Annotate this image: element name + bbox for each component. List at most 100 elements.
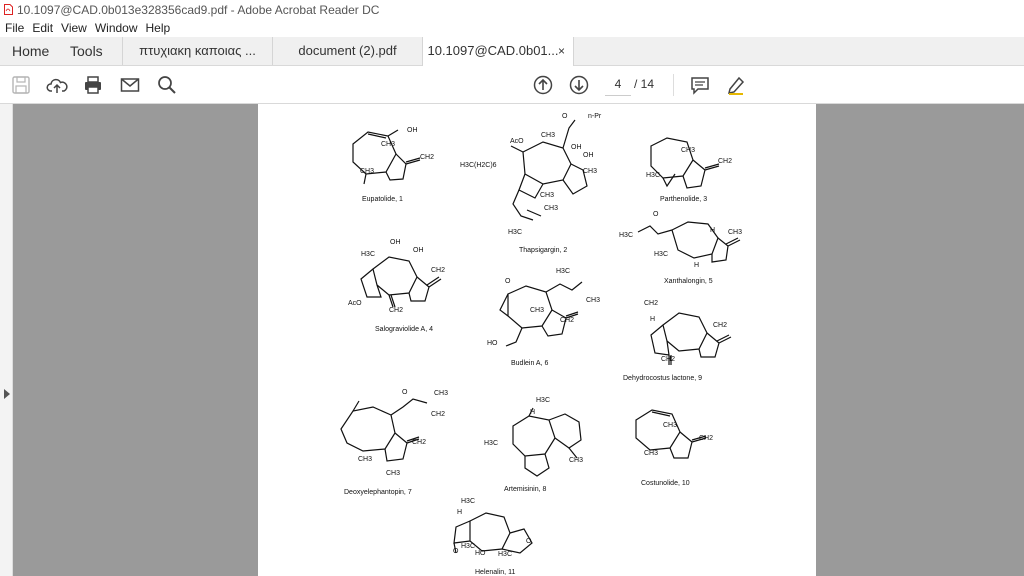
parthenolide-h3c-label: H3C [646, 172, 661, 179]
thapsigargin-h3c-label: H3C [508, 229, 523, 236]
thapsigargin-ch3-label-2: CH3 [583, 168, 598, 175]
highlight-pen-icon[interactable] [725, 74, 747, 96]
save-icon[interactable] [10, 74, 32, 96]
compound-label-7: Deoxyelephantopin, 7 [344, 489, 412, 496]
helenalin-ho-label: HO [475, 550, 486, 557]
close-tab-icon[interactable]: × [558, 37, 565, 65]
thapsigargin-oh-label-2: OH [583, 152, 594, 159]
eupatolide-ch3-label-2: CH3 [360, 168, 375, 175]
xanthalongin-h-label: H [710, 227, 716, 234]
budlein-ch3-label: CH3 [586, 297, 601, 304]
eupatolide-ch3-label: CH3 [381, 141, 396, 148]
xanthalongin-o-label: O [653, 211, 659, 218]
deoxyelephantopin-ch2-label-2: CH2 [412, 439, 427, 446]
artemisinin-h3c-label-2: H3C [484, 440, 499, 447]
pdf-page: OH CH3 CH2 CH3 Eupatolide, 1 O n-Pr AcO … [258, 104, 816, 576]
xanthalongin-h-label-2: H [694, 262, 700, 269]
salograviolide-ch2-label-2: CH2 [389, 307, 404, 314]
budlein-ch3-label-2: CH3 [530, 307, 545, 314]
thapsigargin-oh-label: OH [571, 144, 582, 151]
pdf-file-icon [4, 4, 13, 15]
salograviolide-aco-label: AcO [348, 300, 362, 307]
thapsigargin-ch3-label-4: CH3 [544, 205, 559, 212]
helenalin-h3c-label-3: H3C [498, 551, 513, 558]
document-tab-active[interactable]: 10.1097@CAD.0b01... × [422, 37, 574, 66]
compound-label-2: Thapsigargin, 2 [519, 247, 568, 254]
compound-label-3: Parthenolide, 3 [660, 196, 708, 203]
costunolide-ch2-label: CH2 [699, 435, 714, 442]
costunolide-ch3-label: CH3 [663, 422, 678, 429]
tab-bar: Home Tools πτυχιακη καποιας ... document… [0, 37, 1024, 66]
helenalin-h-label: H [457, 509, 463, 516]
dehydrocostus-h-label: H [650, 316, 656, 323]
artemisinin-structure [512, 407, 582, 477]
artemisinin-ch3-label: CH3 [569, 457, 584, 464]
title-bar: 10.1097@CAD.0b013e328356cad9.pdf - Adobe… [0, 0, 1024, 19]
print-icon[interactable] [82, 74, 104, 96]
parthenolide-ch2-label: CH2 [718, 158, 733, 165]
menu-file[interactable]: File [5, 21, 24, 35]
document-tab-1-label: πτυχιακη καποιας ... [139, 43, 256, 58]
thapsigargin-ch3-label: CH3 [541, 132, 556, 139]
budlein-structure [499, 281, 583, 347]
document-tab-active-label: 10.1097@CAD.0b01... [427, 43, 559, 58]
page-total: / 14 [634, 77, 655, 91]
document-tab-2-label: document (2).pdf [298, 43, 397, 58]
compound-label-4: Salograviolide A, 4 [375, 326, 433, 333]
deoxyelephantopin-ch3-label: CH3 [434, 390, 449, 397]
parthenolide-ch3-label: CH3 [681, 147, 696, 154]
left-panel-toggle[interactable] [0, 104, 13, 576]
salograviolide-oh-label-2: OH [413, 247, 424, 254]
previous-page-icon[interactable] [532, 74, 554, 96]
deoxyelephantopin-o-label: O [402, 389, 408, 396]
tools-tab[interactable]: Tools [70, 37, 103, 65]
menu-help[interactable]: Help [146, 21, 171, 35]
deoxyelephantopin-structure [340, 398, 428, 462]
compound-label-5: Xanthalongin, 5 [664, 278, 713, 285]
menu-bar: File Edit View Window Help [0, 19, 1024, 37]
compound-label-11: Helenalin, 11 [475, 569, 516, 576]
budlein-ch2-label: CH2 [560, 317, 575, 324]
compound-label-9: Dehydrocostus lactone, 9 [623, 375, 702, 382]
email-icon[interactable] [119, 74, 141, 96]
compound-label-6: Budlein A, 6 [511, 360, 549, 367]
deoxyelephantopin-ch3-label-2: CH3 [358, 456, 373, 463]
thapsigargin-chain-label: H3C(H2C)6 [460, 162, 497, 169]
xanthalongin-h3c-label-2: H3C [654, 251, 669, 258]
search-icon[interactable] [156, 74, 178, 96]
thapsigargin-o-label: O [562, 113, 568, 120]
helenalin-h3c-label: H3C [461, 498, 476, 505]
salograviolide-oh-label: OH [390, 239, 401, 246]
salograviolide-ch2-label: CH2 [431, 267, 446, 274]
expand-panel-icon[interactable] [4, 389, 10, 399]
compound-label-1: Eupatolide, 1 [362, 196, 403, 203]
window-title: 10.1097@CAD.0b013e328356cad9.pdf - Adobe… [17, 2, 380, 17]
parthenolide-structure [650, 137, 720, 189]
eupatolide-ch2-label: CH2 [420, 154, 435, 161]
next-page-icon[interactable] [568, 74, 590, 96]
home-tab[interactable]: Home [12, 37, 49, 65]
cloud-upload-icon[interactable] [46, 74, 68, 96]
xanthalongin-h3c-label: H3C [619, 232, 634, 239]
comment-icon[interactable] [689, 74, 711, 96]
document-tab-2[interactable]: document (2).pdf [272, 37, 422, 65]
dehydrocostus-ch2-label: CH2 [713, 322, 728, 329]
budlein-h3c-label: H3C [556, 268, 571, 275]
costunolide-ch3-label-2: CH3 [644, 450, 659, 457]
document-tab-1[interactable]: πτυχιακη καποιας ... [122, 37, 272, 65]
xanthalongin-structure [637, 221, 741, 263]
menu-edit[interactable]: Edit [32, 21, 53, 35]
compound-label-8: Artemisinin, 8 [504, 486, 547, 493]
page-number-input[interactable]: 4 [605, 73, 631, 96]
budlein-o-label: O [505, 278, 511, 285]
helenalin-o-label: O [453, 548, 459, 555]
menu-view[interactable]: View [61, 21, 87, 35]
thapsigargin-ch3-label-3: CH3 [540, 192, 555, 199]
compound-label-10: Costunolide, 10 [641, 480, 690, 487]
salograviolide-h3c-label: H3C [361, 251, 376, 258]
artemisinin-h-label: H [530, 409, 536, 416]
menu-window[interactable]: Window [95, 21, 138, 35]
toolbar [0, 66, 1024, 104]
dehydrocostus-structure [650, 312, 732, 365]
artemisinin-h3c-label: H3C [536, 397, 551, 404]
